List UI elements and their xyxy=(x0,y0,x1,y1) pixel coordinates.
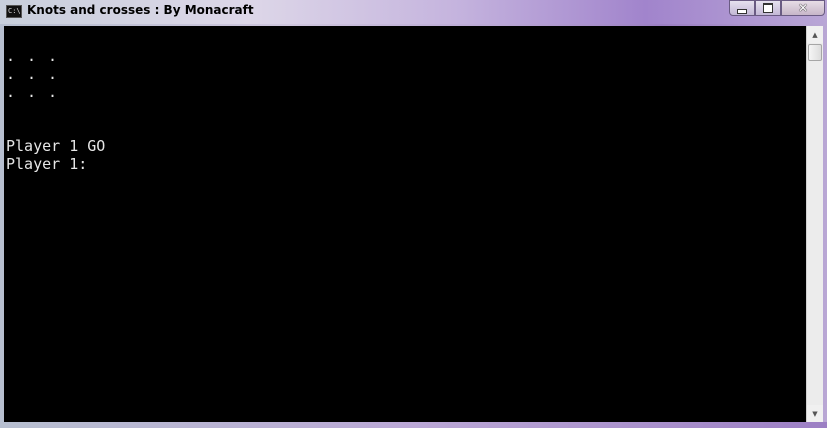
arrow-up-icon: ▲ xyxy=(812,30,818,39)
board-cell: . xyxy=(27,83,37,101)
board-cell: . xyxy=(48,47,58,65)
board-cell: . xyxy=(6,65,16,83)
board-cell: . xyxy=(48,83,58,101)
prompt-line: Player 1: xyxy=(6,155,88,173)
board-row: ... xyxy=(6,47,804,65)
window-bottom-border xyxy=(0,422,827,428)
board-cell: . xyxy=(48,65,58,83)
board-cell: . xyxy=(6,47,16,65)
board-cell: . xyxy=(27,65,37,83)
vertical-scrollbar[interactable]: ▲ ▼ xyxy=(806,26,823,422)
window-controls: ✕ xyxy=(729,0,825,16)
status-line: Player 1 GO xyxy=(6,137,106,155)
board-row: ... xyxy=(6,83,804,101)
scroll-thumb[interactable] xyxy=(808,44,822,61)
maximize-button[interactable] xyxy=(755,0,781,16)
console-icon[interactable]: C:\ xyxy=(6,5,22,18)
board-row: ... xyxy=(6,65,804,83)
window-title: Knots and crosses : By Monacraft xyxy=(27,3,254,17)
title-bar[interactable]: C:\ Knots and crosses : By Monacraft ✕ xyxy=(0,0,827,24)
minimize-icon xyxy=(737,8,747,14)
scroll-down-button[interactable]: ▼ xyxy=(807,405,823,422)
minimize-button[interactable] xyxy=(729,0,755,16)
arrow-down-icon: ▼ xyxy=(812,409,818,418)
console-window: C:\ Knots and crosses : By Monacraft ✕ .… xyxy=(0,0,827,428)
scroll-up-button[interactable]: ▲ xyxy=(807,26,823,43)
board-cell: . xyxy=(6,83,16,101)
console-output[interactable]: ......... Player 1 GO Player 1: xyxy=(4,26,806,422)
close-icon: ✕ xyxy=(797,1,809,15)
close-button[interactable]: ✕ xyxy=(781,0,825,16)
board-cell: . xyxy=(27,47,37,65)
maximize-icon xyxy=(763,3,773,13)
